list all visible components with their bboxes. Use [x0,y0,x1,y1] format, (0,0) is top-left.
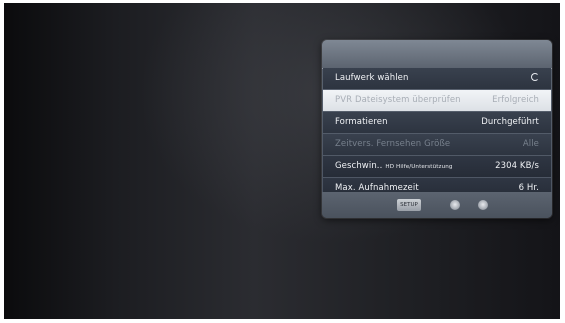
row-label: Zeitvers. Fernsehen Größe [335,139,451,149]
row-label: Geschwin.. HD Hilfe/Unterstützung [335,156,453,178]
row-label: Laufwerk wählen [335,73,409,83]
row-value: Alle [522,139,539,149]
row-value: 2304 KB/s [495,161,539,171]
menu-row-zeitversetzt-groesse: Zeitvers. Fernsehen Größe Alle [323,134,551,155]
circle-button-icon[interactable] [450,200,460,210]
menu-row-dateisystem-pruefen[interactable]: PVR Dateisystem überprüfen Erfolgreich [323,90,551,111]
spinner-icon [531,72,539,81]
tv-screen: Laufwerk wählen PVR Dateisystem überprüf… [4,3,560,319]
row-label: Formatieren [335,117,388,127]
row-value: Durchgeführt [481,117,539,127]
row-label: PVR Dateisystem überprüfen [335,95,461,105]
menu-header [322,40,552,69]
pvr-settings-menu: Laufwerk wählen PVR Dateisystem überprüf… [322,40,552,218]
row-label-sub: HD Hilfe/Unterstützung [385,164,453,170]
row-value [531,68,539,89]
menu-row-laufwerk-waehlen[interactable]: Laufwerk wählen [323,68,551,89]
menu-footer: SETUP [322,192,552,218]
row-label-main: Geschwin.. [335,161,383,171]
menu-row-formatieren[interactable]: Formatieren Durchgeführt [323,112,551,133]
setup-button[interactable]: SETUP [397,199,421,211]
circle-button-icon[interactable] [478,200,488,210]
row-value: Erfolgreich [492,95,539,105]
menu-rows: Laufwerk wählen PVR Dateisystem überprüf… [322,68,552,200]
menu-row-geschwindigkeit[interactable]: Geschwin.. HD Hilfe/Unterstützung 2304 KB… [323,156,551,177]
